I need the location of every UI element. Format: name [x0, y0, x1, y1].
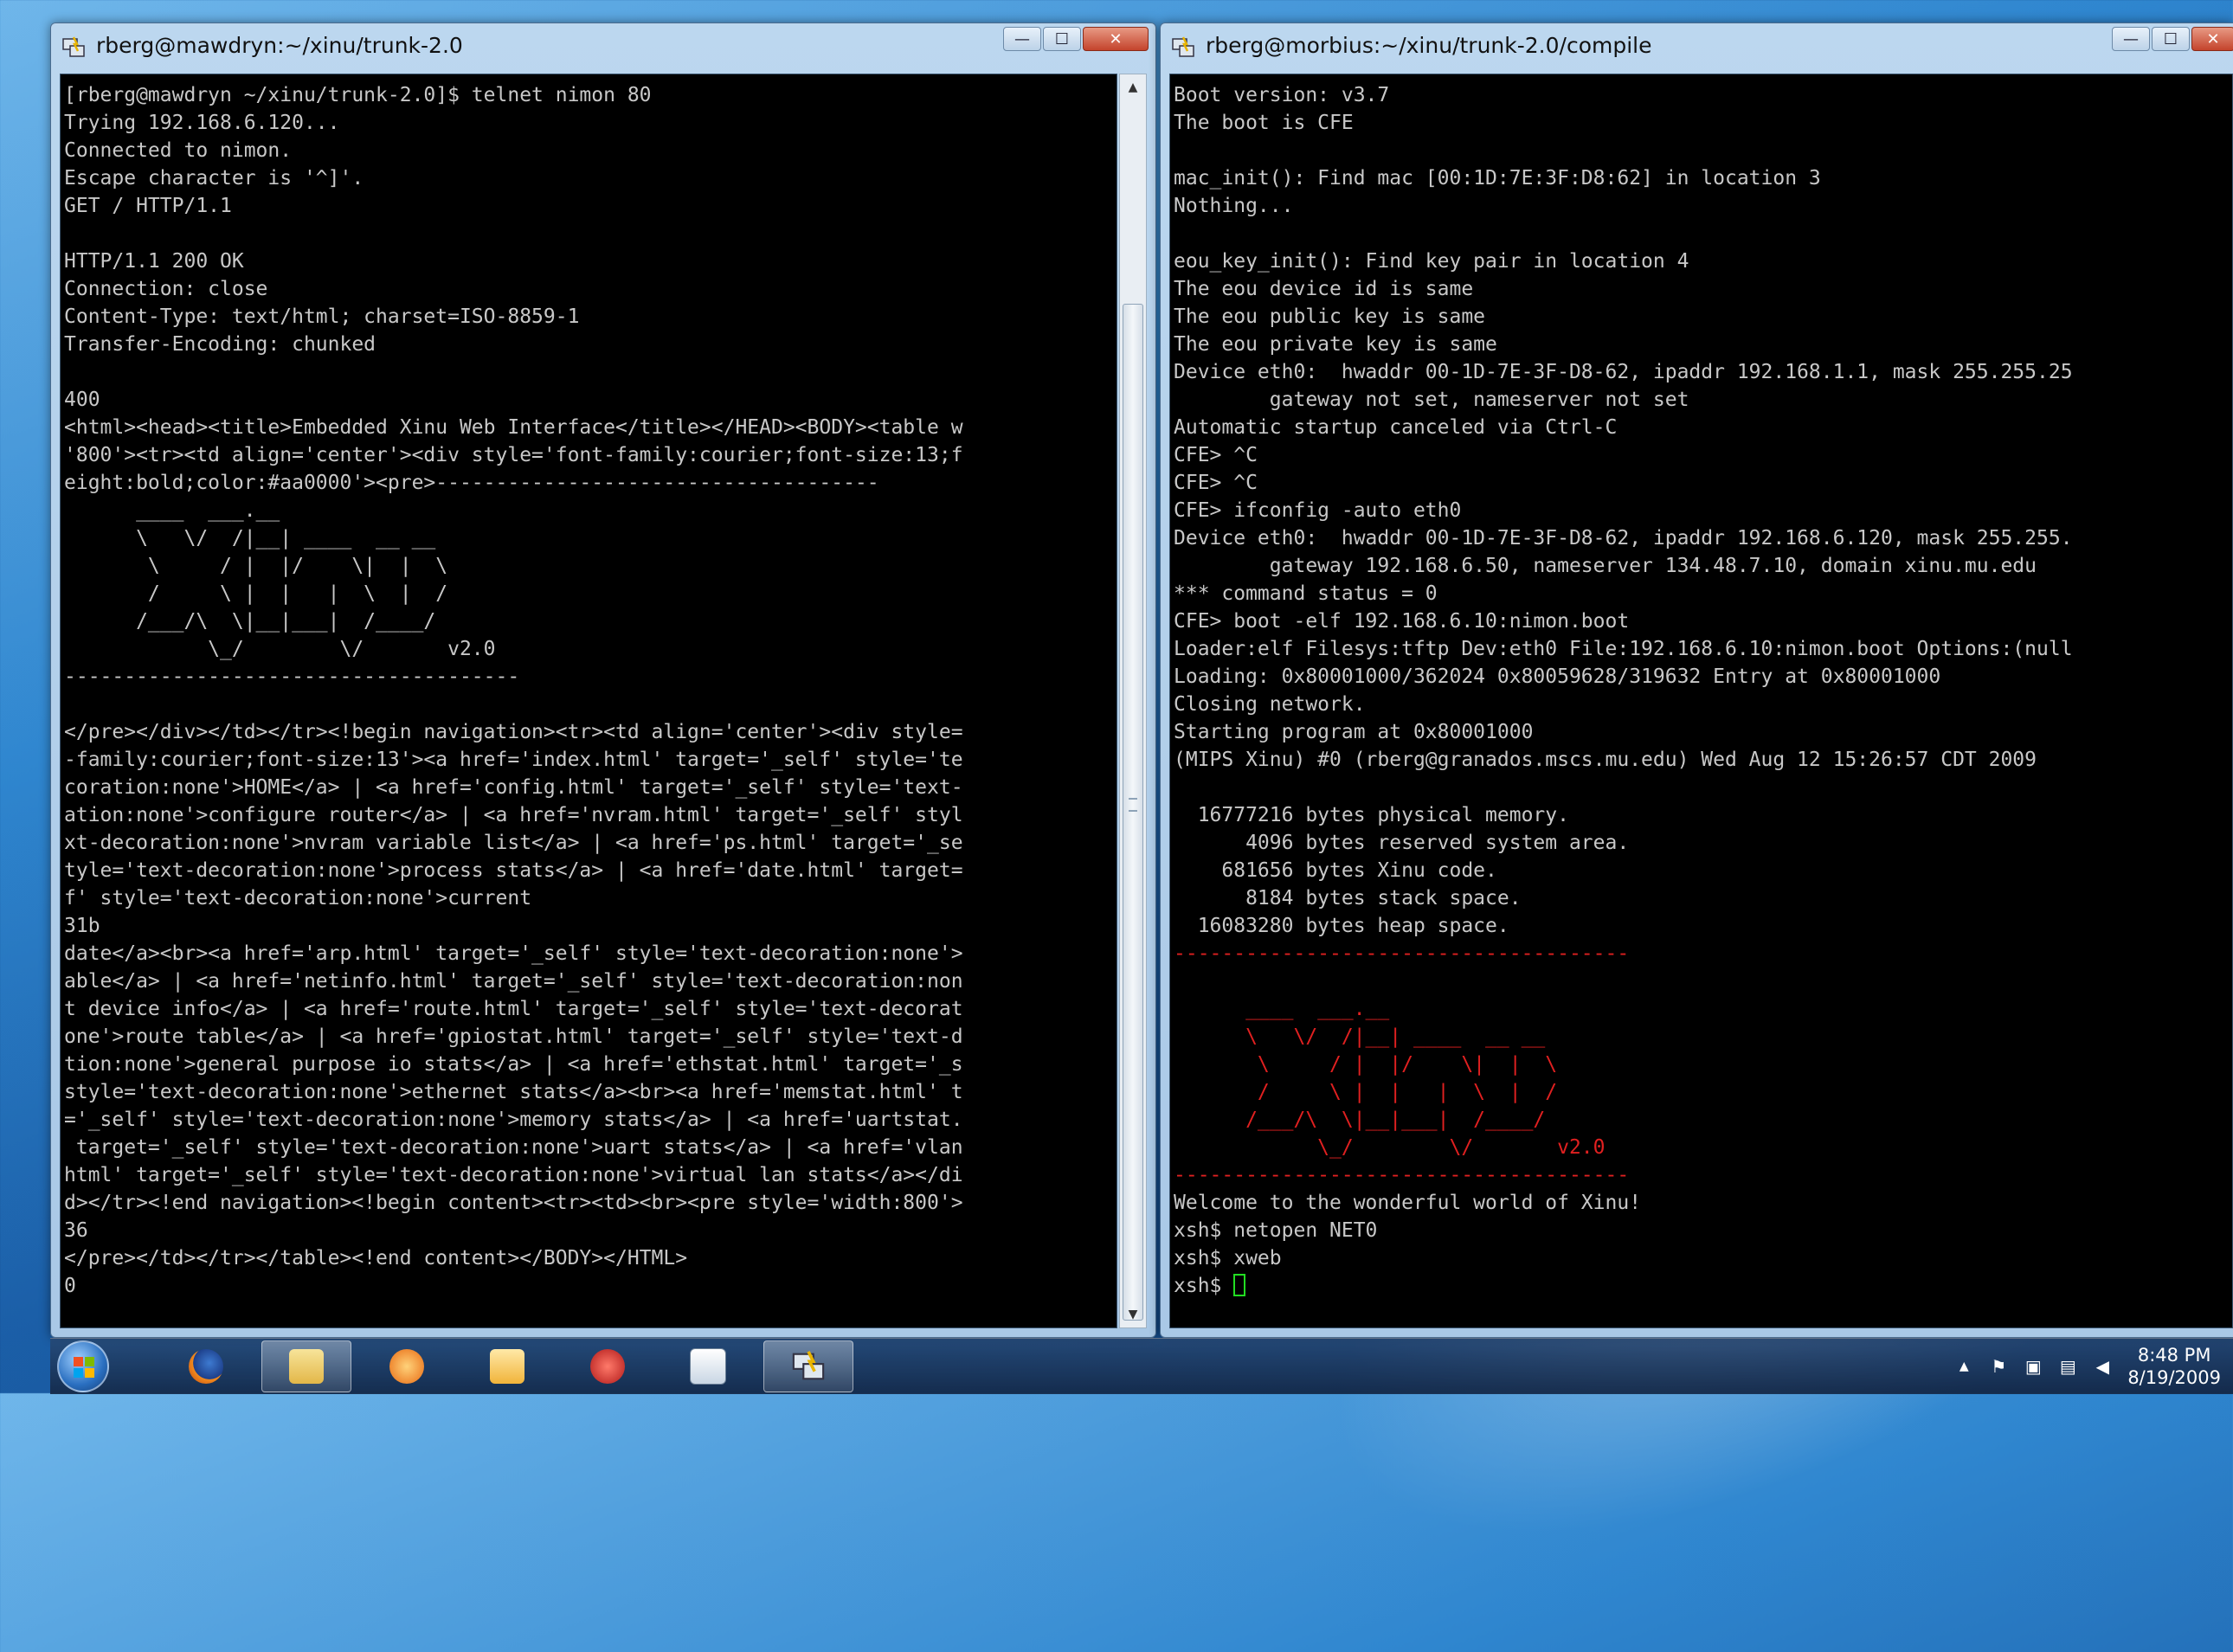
scroll-thumb[interactable] [1123, 304, 1143, 1321]
scroll-up-arrow-icon[interactable]: ▲ [1120, 74, 1146, 100]
xinu-ascii-banner: -------------------------------------- _… [1174, 942, 1630, 1186]
minimize-button[interactable]: — [1003, 27, 1041, 51]
taskbar-firefox[interactable] [161, 1340, 251, 1392]
text-cursor[interactable] [1233, 1274, 1246, 1296]
close-button[interactable]: ✕ [2191, 27, 2233, 51]
terminal-output[interactable]: [rberg@mawdryn ~/xinu/trunk-2.0]$ telnet… [60, 74, 1117, 1328]
terminal-content: Boot version: v3.7 The boot is CFE mac_i… [1170, 74, 2232, 1300]
show-hidden-icons-button[interactable]: ▲ [1954, 1357, 1973, 1376]
shell-log: Welcome to the wonderful world of Xinu! … [1174, 1192, 1642, 1270]
putty-icon [62, 36, 85, 57]
shell-prompt: xsh$ [1174, 1275, 1234, 1297]
window-title: rberg@mawdryn:~/xinu/trunk-2.0 [96, 33, 463, 58]
maximize-button[interactable]: ☐ [2152, 27, 2190, 51]
title-bar[interactable]: rberg@mawdryn:~/xinu/trunk-2.0 — ☐ ✕ [51, 23, 1155, 72]
start-button[interactable] [57, 1340, 109, 1392]
boot-log: Boot version: v3.7 The boot is CFE mac_i… [1174, 84, 2073, 937]
red-app-icon [590, 1349, 625, 1384]
system-tray: ▲ ⚑ ▣ ▤ ◀ 8:48 PM 8/19/2009 [1954, 1339, 2221, 1394]
taskbar-mail[interactable] [462, 1340, 552, 1392]
taskbar-app[interactable] [563, 1340, 653, 1392]
action-center-flag-icon[interactable]: ⚑ [1989, 1357, 2008, 1376]
close-button[interactable]: ✕ [1083, 27, 1149, 51]
taskbar-document[interactable] [663, 1340, 753, 1392]
clock[interactable]: 8:48 PM 8/19/2009 [2127, 1344, 2221, 1389]
terminal-text: [rberg@mawdryn ~/xinu/trunk-2.0]$ telnet… [64, 84, 963, 1297]
volume-icon[interactable]: ◀ [2093, 1357, 2112, 1376]
maximize-button[interactable]: ☐ [1043, 27, 1081, 51]
document-icon [690, 1348, 726, 1385]
terminal-window-mawdryn[interactable]: rberg@mawdryn:~/xinu/trunk-2.0 — ☐ ✕ [rb… [50, 22, 1156, 1338]
mail-icon [490, 1349, 524, 1384]
taskbar-media-player[interactable] [362, 1340, 452, 1392]
media-player-icon [389, 1349, 424, 1384]
windows-logo-icon [74, 1357, 94, 1378]
title-bar[interactable]: rberg@morbius:~/xinu/trunk-2.0/compile —… [1161, 23, 2233, 72]
folder-icon [289, 1349, 324, 1384]
window-title: rberg@morbius:~/xinu/trunk-2.0/compile [1206, 33, 1652, 58]
taskbar-explorer[interactable] [261, 1340, 351, 1392]
terminal-window-morbius[interactable]: rberg@morbius:~/xinu/trunk-2.0/compile —… [1160, 22, 2233, 1338]
scroll-down-arrow-icon[interactable]: ▼ [1120, 1302, 1146, 1327]
taskbar: ▲ ⚑ ▣ ▤ ◀ 8:48 PM 8/19/2009 [50, 1338, 2233, 1394]
network-icon[interactable]: ▤ [2058, 1357, 2077, 1376]
clock-date: 8/19/2009 [2127, 1367, 2221, 1388]
grip-icon [1129, 798, 1137, 812]
vertical-scrollbar[interactable]: ▲ ▼ [1119, 74, 1147, 1328]
minimize-button[interactable]: — [2112, 27, 2150, 51]
firefox-icon [189, 1349, 223, 1384]
clock-time: 8:48 PM [2137, 1345, 2211, 1366]
power-icon[interactable]: ▣ [2024, 1357, 2043, 1376]
terminal-output[interactable]: Boot version: v3.7 The boot is CFE mac_i… [1169, 74, 2233, 1328]
putty-icon [792, 1351, 825, 1380]
taskbar-putty[interactable] [763, 1340, 853, 1392]
putty-icon [1172, 36, 1194, 57]
